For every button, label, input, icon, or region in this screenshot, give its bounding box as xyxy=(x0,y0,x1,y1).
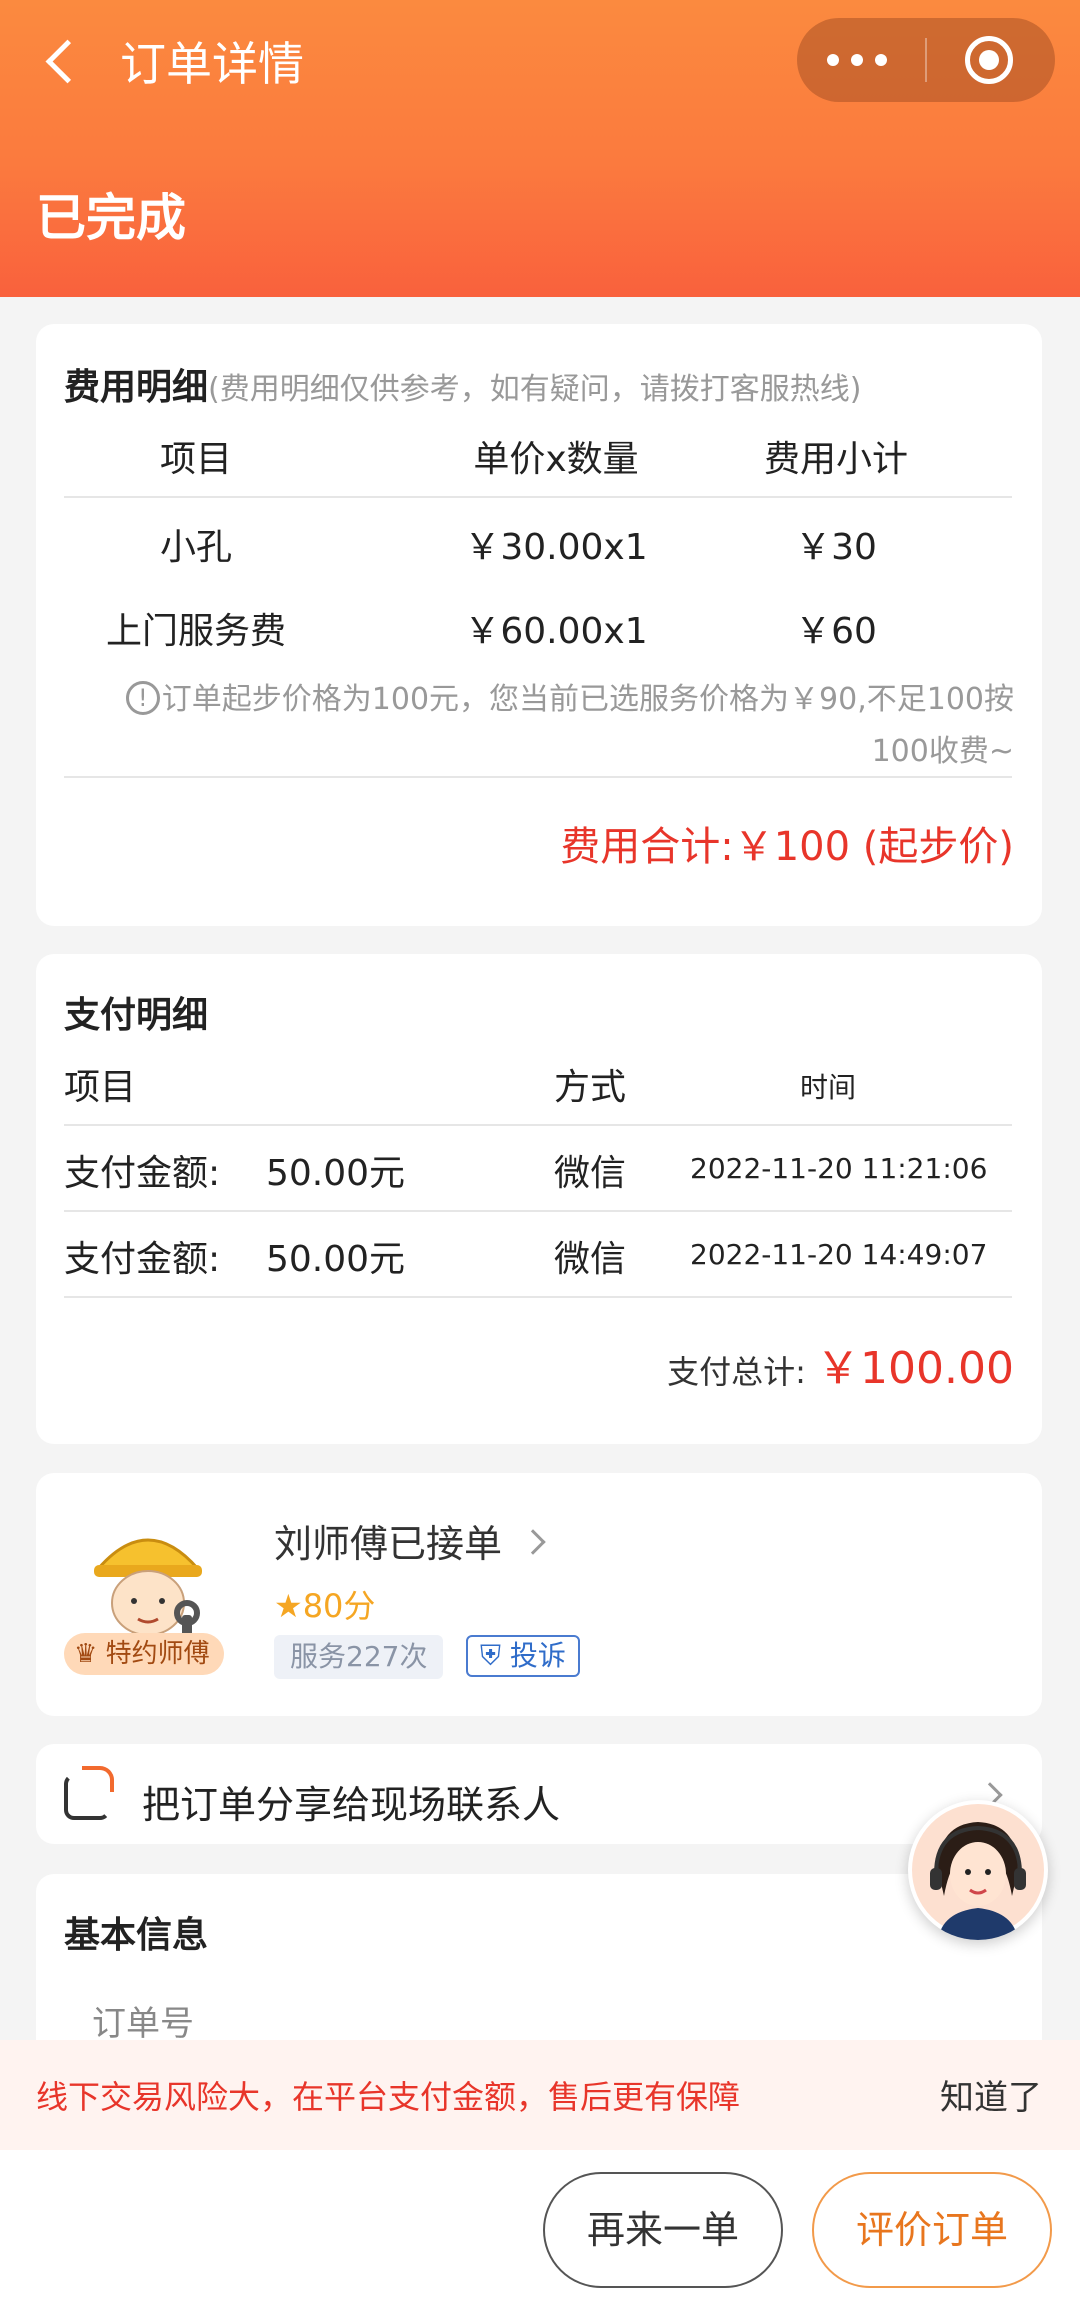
min-price-note: ! 订单起步价格为100元，您当前已选服务价格为￥90,不足100按 100收费~ xyxy=(64,674,1014,778)
pay-row-label: 支付金额: xyxy=(64,1153,221,1194)
fee-title: 费用明细(费用明细仅供参考，如有疑问，请拨打客服热线) xyxy=(64,358,861,410)
fee-title-text: 费用明细 xyxy=(64,367,209,408)
fee-row-item: 上门服务费 xyxy=(105,611,286,652)
fee-row-subtotal: ￥60 xyxy=(795,611,877,652)
fee-row-price: ￥60.00x1 xyxy=(464,611,648,652)
master-rating: ★80分 xyxy=(274,1581,375,1627)
back-icon[interactable] xyxy=(40,30,84,90)
share-icon xyxy=(64,1766,114,1820)
pay-row-time: 2022-11-20 11:21:06 xyxy=(690,1152,988,1185)
service-count-tag: 服务227次 xyxy=(274,1635,444,1679)
star-icon: ★ xyxy=(274,1587,303,1625)
pay-row-label: 支付金额: xyxy=(64,1239,221,1280)
close-target-icon[interactable] xyxy=(965,36,1013,84)
crown-icon: ♛ xyxy=(74,1639,106,1669)
order-status: 已完成 xyxy=(36,189,186,247)
info-icon: ! xyxy=(125,681,160,715)
fee-subtitle: (费用明细仅供参考，如有疑问，请拨打客服热线) xyxy=(208,372,862,407)
reorder-button[interactable]: 再来一单 xyxy=(543,2172,783,2288)
complain-label: 投诉 xyxy=(509,1639,566,1672)
pay-row-method: 微信 xyxy=(554,1239,627,1280)
divider xyxy=(64,1296,1012,1298)
rating-value: 80分 xyxy=(302,1587,376,1625)
master-card: ♛ 特约师傅 刘师傅已接单 ★80分 服务227次 ⛨ 投诉 xyxy=(36,1473,1042,1716)
share-label: 把订单分享给现场联系人 xyxy=(142,1783,561,1827)
capsule-divider xyxy=(925,38,927,82)
payment-details-card: 支付明细 项目 方式 时间 支付金额: 50.00元 微信 2022-11-20… xyxy=(36,954,1042,1444)
pay-row-method: 微信 xyxy=(554,1153,627,1194)
share-order-row[interactable]: 把订单分享给现场联系人 xyxy=(36,1744,1042,1844)
basic-info-title: 基本信息 xyxy=(64,1915,209,1956)
page-title: 订单详情 xyxy=(120,37,304,91)
pay-row-time: 2022-11-20 14:49:07 xyxy=(690,1238,988,1271)
pay-col-method: 方式 xyxy=(554,1067,627,1108)
payment-total-value: ￥100.00 xyxy=(816,1343,1014,1394)
divider xyxy=(64,496,1012,498)
payment-total: 支付总计: ￥100.00 xyxy=(667,1332,1014,1396)
note-line-2: 100收费~ xyxy=(871,734,1014,769)
fee-col-subtotal: 费用小计 xyxy=(763,439,908,480)
bottom-action-bar: 再来一单 评价订单 xyxy=(0,2150,1080,2315)
customer-service-icon[interactable] xyxy=(908,1800,1048,1940)
fee-details-card: 费用明细(费用明细仅供参考，如有疑问，请拨打客服热线) 项目 单价x数量 费用小… xyxy=(36,324,1042,926)
dismiss-notice-button[interactable]: 知道了 xyxy=(940,2070,1042,2119)
mini-program-capsule xyxy=(797,18,1055,102)
badge-label: 特约师傅 xyxy=(105,1639,210,1669)
featured-master-badge: ♛ 特约师傅 xyxy=(64,1633,224,1675)
note-line-1: 订单起步价格为100元，您当前已选服务价格为￥90,不足100按 xyxy=(161,682,1014,717)
pay-row-amount: 50.00元 xyxy=(266,1153,406,1194)
divider xyxy=(64,1124,1012,1126)
fee-total: 费用合计:￥100 (起步价) xyxy=(560,824,1014,870)
payment-title: 支付明细 xyxy=(64,995,209,1036)
risk-notice-text: 线下交易风险大，在平台支付金额，售后更有保障 xyxy=(36,2078,741,2116)
fee-col-item: 项目 xyxy=(159,439,232,480)
review-order-button[interactable]: 评价订单 xyxy=(812,2172,1052,2288)
master-name: 刘师傅已接单 xyxy=(274,1522,503,1566)
payment-total-label: 支付总计: xyxy=(667,1353,806,1391)
master-name-link[interactable]: 刘师傅已接单 xyxy=(274,1513,546,1568)
pay-col-time: 时间 xyxy=(800,1071,857,1104)
risk-notice-bar: 线下交易风险大，在平台支付金额，售后更有保障 知道了 xyxy=(0,2040,1080,2150)
divider xyxy=(64,776,1012,778)
shield-alert-icon: ⛨ xyxy=(480,1639,502,1672)
fee-row-item: 小孔 xyxy=(159,527,232,568)
pay-col-item: 项目 xyxy=(64,1067,137,1108)
chevron-right-icon xyxy=(520,1529,546,1555)
fee-col-price: 单价x数量 xyxy=(473,439,639,480)
more-icon[interactable] xyxy=(827,18,947,102)
divider xyxy=(64,1210,1012,1212)
order-number-label: 订单号 xyxy=(92,2004,194,2044)
complain-button[interactable]: ⛨ 投诉 xyxy=(466,1635,580,1677)
agent-portrait xyxy=(912,1804,1044,1940)
header: 订单详情 已完成 xyxy=(0,0,1080,297)
fee-row-price: ￥30.00x1 xyxy=(464,527,648,568)
pay-row-amount: 50.00元 xyxy=(266,1239,406,1280)
fee-row-subtotal: ￥30 xyxy=(795,527,877,568)
